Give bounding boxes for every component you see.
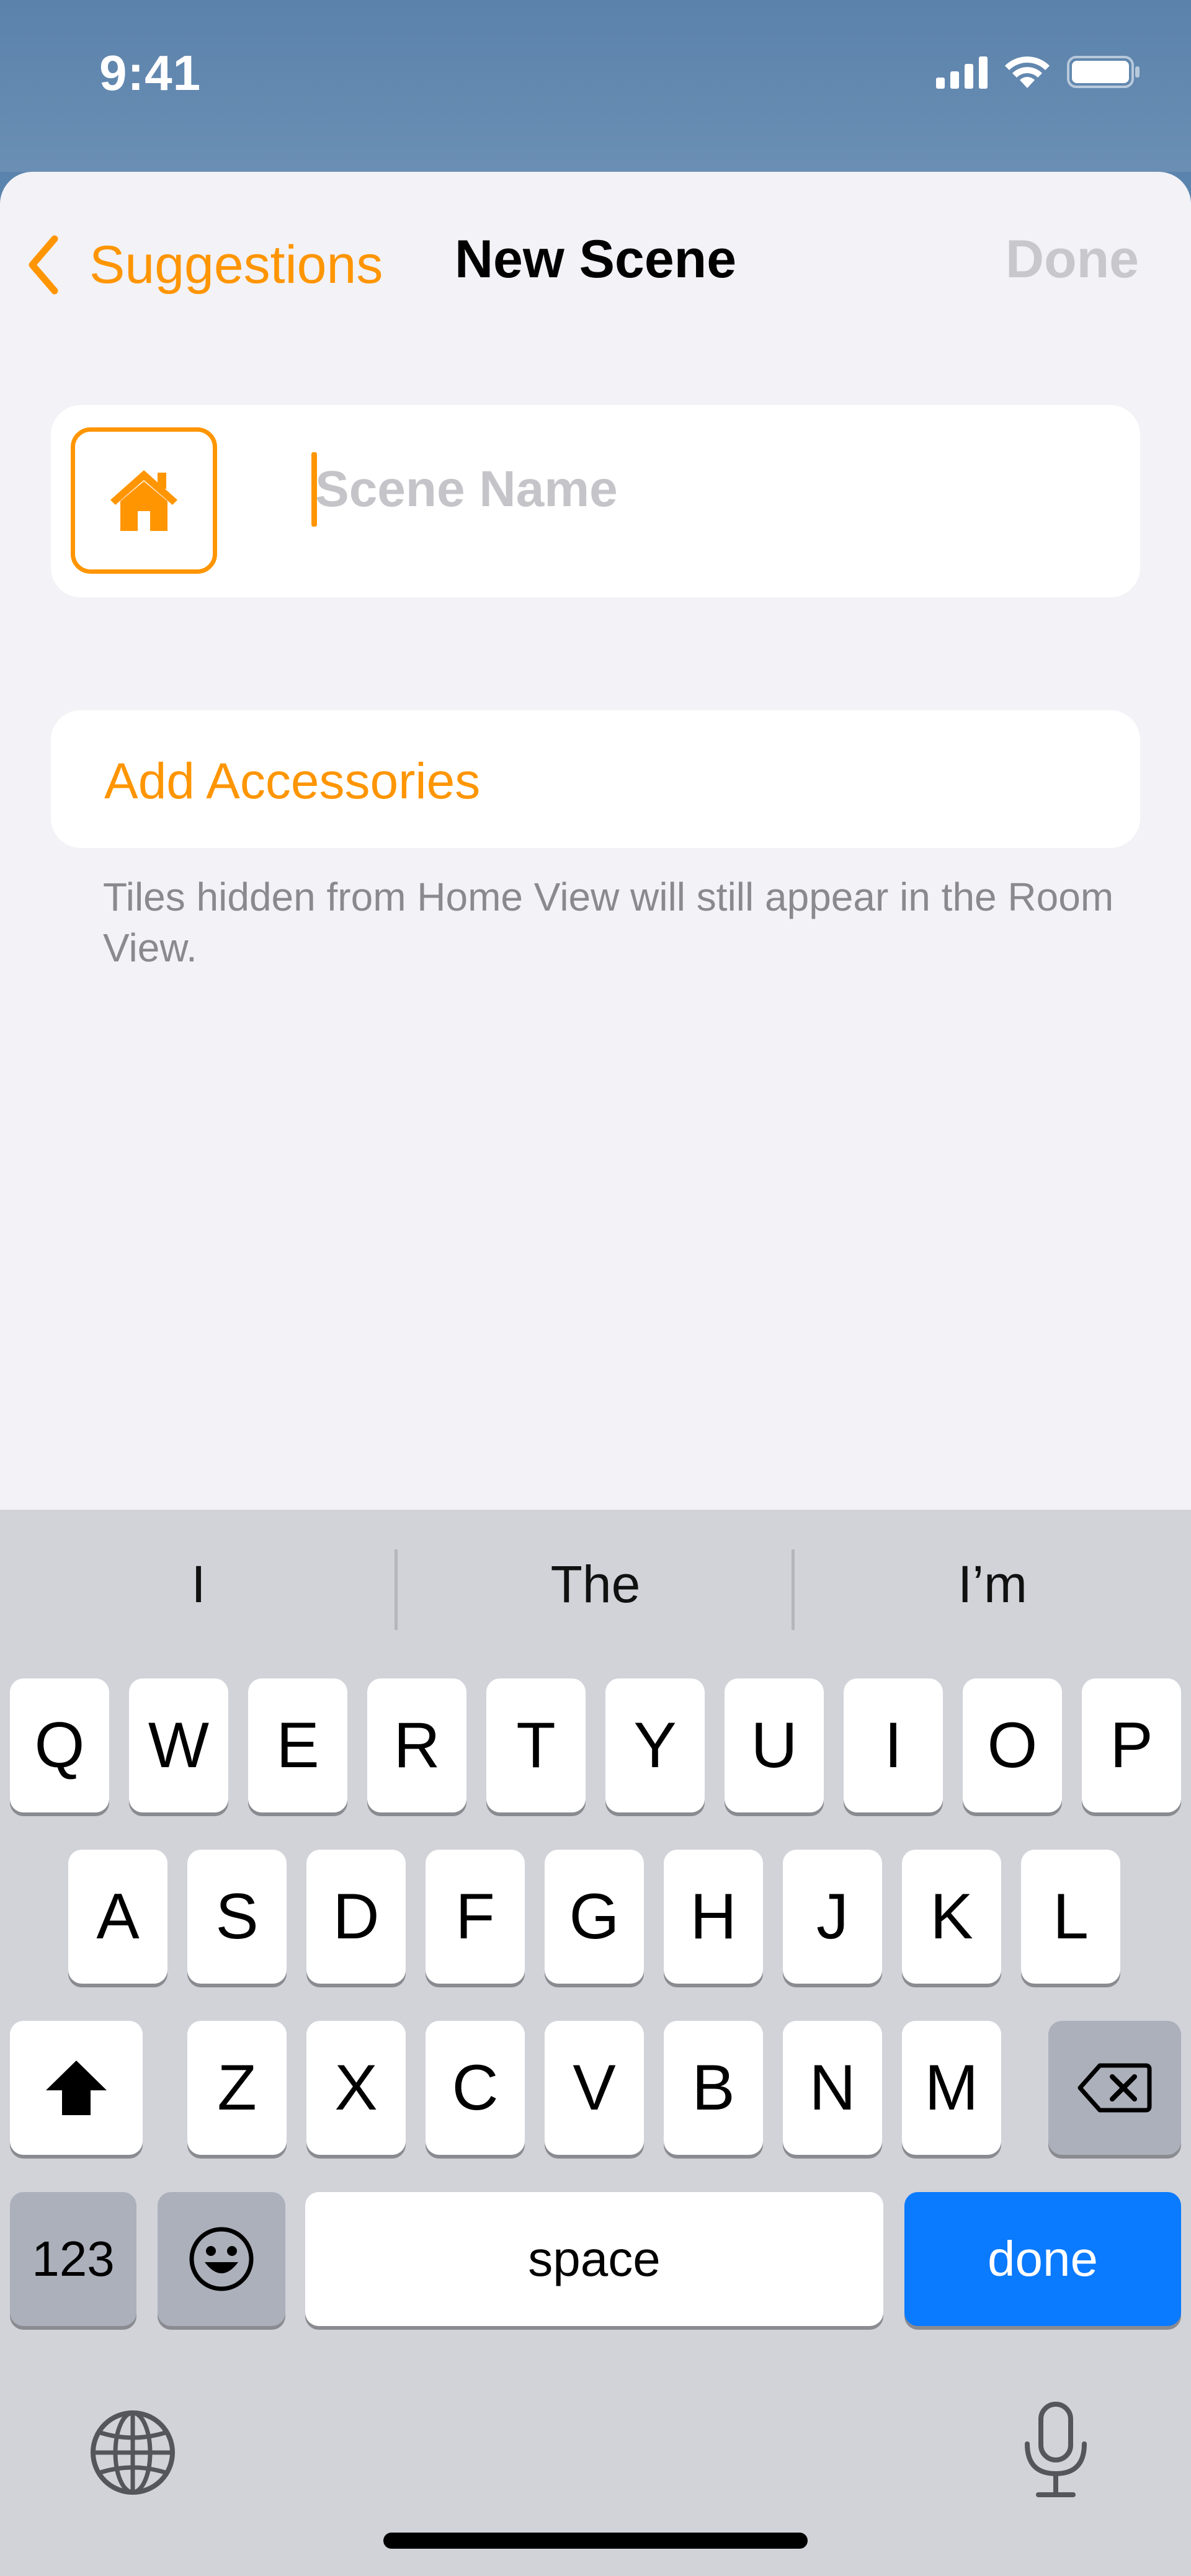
key-j[interactable]: J (783, 1850, 882, 1984)
add-accessories-label: Add Accessories (104, 753, 481, 809)
suggestion-1[interactable]: I (0, 1554, 397, 1615)
key-g[interactable]: G (545, 1850, 644, 1984)
emoji-key[interactable] (158, 2192, 285, 2326)
keyboard-done-key[interactable]: done (904, 2192, 1181, 2326)
scene-name-field (262, 452, 1103, 551)
space-key[interactable]: space (305, 2192, 883, 2326)
suggestion-3[interactable]: I’m (794, 1554, 1191, 1615)
done-button[interactable]: Done (1006, 229, 1139, 290)
shift-key[interactable] (10, 2021, 143, 2155)
key-l[interactable]: L (1021, 1850, 1120, 1984)
key-p[interactable]: P (1082, 1678, 1181, 1812)
key-t[interactable]: T (486, 1678, 586, 1812)
status-bar: 9:41 (0, 0, 1191, 172)
key-h[interactable]: H (664, 1850, 763, 1984)
key-i[interactable]: I (844, 1678, 943, 1812)
keyboard: I The I’m Q W E R T Y U I O P A S D F G … (0, 1510, 1191, 2576)
key-y[interactable]: Y (605, 1678, 705, 1812)
key-k[interactable]: K (902, 1850, 1001, 1984)
scene-name-input[interactable] (315, 452, 1059, 527)
microphone-icon[interactable] (1020, 2400, 1092, 2500)
predictive-bar: I The I’m (0, 1510, 1191, 1671)
key-b[interactable]: B (664, 2021, 763, 2155)
suggestion-2[interactable]: The (397, 1554, 794, 1615)
key-m[interactable]: M (902, 2021, 1001, 2155)
scene-icon-button[interactable] (71, 427, 217, 574)
key-v[interactable]: V (545, 2021, 644, 2155)
globe-icon[interactable] (88, 2408, 177, 2497)
key-q[interactable]: Q (10, 1678, 109, 1812)
house-icon (110, 470, 177, 531)
wifi-icon (1005, 56, 1050, 88)
navigation-bar: Suggestions New Scene Done (0, 172, 1191, 352)
battery-icon (1067, 56, 1140, 88)
key-f[interactable]: F (426, 1850, 525, 1984)
smiley-face-icon (189, 2227, 254, 2291)
delete-key[interactable] (1048, 2021, 1181, 2155)
cellular-signal-icon (936, 55, 988, 89)
key-a[interactable]: A (68, 1850, 167, 1984)
key-w[interactable]: W (129, 1678, 228, 1812)
shift-icon (46, 2061, 107, 2115)
key-s[interactable]: S (187, 1850, 287, 1984)
status-time: 9:41 (99, 45, 202, 100)
key-d[interactable]: D (306, 1850, 406, 1984)
home-indicator[interactable] (383, 2533, 808, 2549)
key-e[interactable]: E (248, 1678, 347, 1812)
delete-backspace-icon (1077, 2063, 1152, 2113)
accessories-footnote: Tiles hidden from Home View will still a… (103, 875, 1114, 970)
scene-name-card (51, 405, 1140, 597)
key-x[interactable]: X (306, 2021, 406, 2155)
numbers-key[interactable]: 123 (10, 2192, 136, 2326)
key-n[interactable]: N (783, 2021, 882, 2155)
key-r[interactable]: R (367, 1678, 466, 1812)
key-o[interactable]: O (963, 1678, 1062, 1812)
key-z[interactable]: Z (187, 2021, 287, 2155)
key-u[interactable]: U (725, 1678, 824, 1812)
add-accessories-button[interactable]: Add Accessories (51, 710, 1140, 848)
status-icons (936, 53, 1141, 91)
key-c[interactable]: C (426, 2021, 525, 2155)
